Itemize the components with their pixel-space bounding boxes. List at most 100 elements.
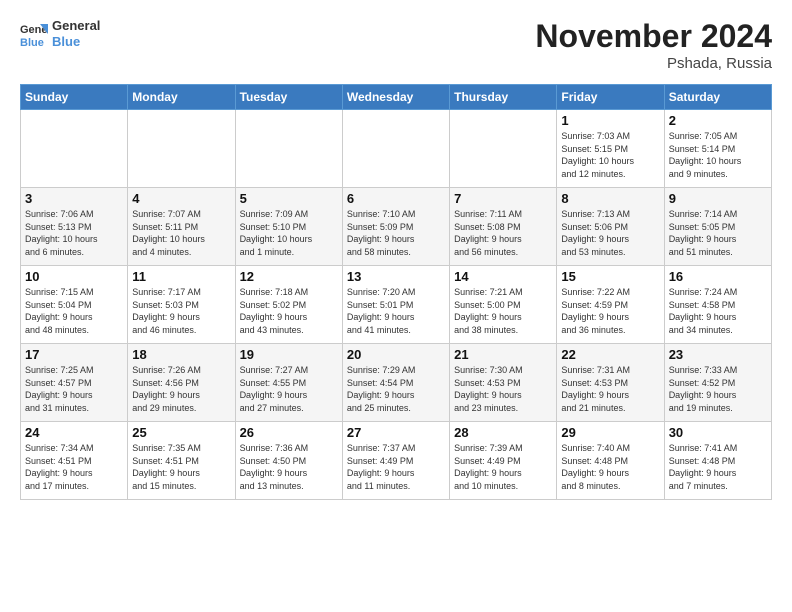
calendar-cell: 25 Sunrise: 7:35 AM Sunset: 4:51 PM Dayli… (128, 422, 235, 500)
day-number: 24 (25, 425, 123, 440)
day-number: 9 (669, 191, 767, 206)
day-number: 6 (347, 191, 445, 206)
day-info: Sunrise: 7:39 AM Sunset: 4:49 PM Dayligh… (454, 442, 552, 492)
calendar-cell: 27Sunrise: 7:37 AM Sunset: 4:49 PM Dayli… (342, 422, 449, 500)
day-info: Sunrise: 7:11 AM Sunset: 5:08 PM Dayligh… (454, 208, 552, 258)
calendar-cell: 8 Sunrise: 7:13 AM Sunset: 5:06 PM Daylig… (557, 188, 664, 266)
day-info: Sunrise: 7:34 AM Sunset: 4:51 PM Dayligh… (25, 442, 123, 492)
day-number: 21 (454, 347, 552, 362)
day-info: Sunrise: 7:27 AM Sunset: 4:55 PM Dayligh… (240, 364, 338, 414)
day-number: 17 (25, 347, 123, 362)
calendar-cell: 14Sunrise: 7:21 AM Sunset: 5:00 PM Dayli… (450, 266, 557, 344)
calendar-cell (342, 110, 449, 188)
calendar-cell: 6 Sunrise: 7:10 AM Sunset: 5:09 PM Daylig… (342, 188, 449, 266)
day-info: Sunrise: 7:36 AM Sunset: 4:50 PM Dayligh… (240, 442, 338, 492)
day-number: 30 (669, 425, 767, 440)
day-info: Sunrise: 7:41 AM Sunset: 4:48 PM Dayligh… (669, 442, 767, 492)
svg-text:Blue: Blue (20, 37, 44, 48)
day-number: 16 (669, 269, 767, 284)
calendar-cell: 15 Sunrise: 7:22 AM Sunset: 4:59 PM Dayli… (557, 266, 664, 344)
day-info: Sunrise: 7:29 AM Sunset: 4:54 PM Dayligh… (347, 364, 445, 414)
calendar-cell (128, 110, 235, 188)
day-info: Sunrise: 7:35 AM Sunset: 4:51 PM Dayligh… (132, 442, 230, 492)
calendar-cell (450, 110, 557, 188)
day-number: 10 (25, 269, 123, 284)
calendar-cell: 26 Sunrise: 7:36 AM Sunset: 4:50 PM Dayli… (235, 422, 342, 500)
day-number: 27 (347, 425, 445, 440)
weekday-header: Friday (557, 85, 664, 110)
calendar-cell: 12 Sunrise: 7:18 AM Sunset: 5:02 PM Dayli… (235, 266, 342, 344)
day-info: Sunrise: 7:17 AM Sunset: 5:03 PM Dayligh… (132, 286, 230, 336)
calendar-cell: 20 Sunrise: 7:29 AM Sunset: 4:54 PM Dayli… (342, 344, 449, 422)
calendar-cell: 5 Sunrise: 7:09 AM Sunset: 5:10 PM Daylig… (235, 188, 342, 266)
day-number: 4 (132, 191, 230, 206)
day-number: 8 (561, 191, 659, 206)
calendar-cell: 4 Sunrise: 7:07 AM Sunset: 5:11 PM Daylig… (128, 188, 235, 266)
calendar-cell: 3Sunrise: 7:06 AM Sunset: 5:13 PM Daylig… (21, 188, 128, 266)
day-info: Sunrise: 7:26 AM Sunset: 4:56 PM Dayligh… (132, 364, 230, 414)
day-info: Sunrise: 7:30 AM Sunset: 4:53 PM Dayligh… (454, 364, 552, 414)
day-number: 7 (454, 191, 552, 206)
day-info: Sunrise: 7:06 AM Sunset: 5:13 PM Dayligh… (25, 208, 123, 258)
day-info: Sunrise: 7:22 AM Sunset: 4:59 PM Dayligh… (561, 286, 659, 336)
calendar-cell: 23Sunrise: 7:33 AM Sunset: 4:52 PM Dayli… (664, 344, 771, 422)
day-info: Sunrise: 7:07 AM Sunset: 5:11 PM Dayligh… (132, 208, 230, 258)
day-info: Sunrise: 7:09 AM Sunset: 5:10 PM Dayligh… (240, 208, 338, 258)
calendar-cell (235, 110, 342, 188)
day-info: Sunrise: 7:31 AM Sunset: 4:53 PM Dayligh… (561, 364, 659, 414)
calendar-table: SundayMondayTuesdayWednesdayThursdayFrid… (20, 84, 772, 500)
day-info: Sunrise: 7:25 AM Sunset: 4:57 PM Dayligh… (25, 364, 123, 414)
day-info: Sunrise: 7:15 AM Sunset: 5:04 PM Dayligh… (25, 286, 123, 336)
calendar-cell: 18 Sunrise: 7:26 AM Sunset: 4:56 PM Dayli… (128, 344, 235, 422)
calendar-cell: 17 Sunrise: 7:25 AM Sunset: 4:57 PM Dayli… (21, 344, 128, 422)
calendar-cell: 1 Sunrise: 7:03 AM Sunset: 5:15 PM Daylig… (557, 110, 664, 188)
logo-line2: Blue (52, 34, 100, 50)
calendar-cell: 16 Sunrise: 7:24 AM Sunset: 4:58 PM Dayli… (664, 266, 771, 344)
day-number: 29 (561, 425, 659, 440)
calendar-cell: 7 Sunrise: 7:11 AM Sunset: 5:08 PM Daylig… (450, 188, 557, 266)
calendar-cell: 28 Sunrise: 7:39 AM Sunset: 4:49 PM Dayli… (450, 422, 557, 500)
day-info: Sunrise: 7:10 AM Sunset: 5:09 PM Dayligh… (347, 208, 445, 258)
calendar-cell: 29 Sunrise: 7:40 AM Sunset: 4:48 PM Dayli… (557, 422, 664, 500)
calendar-cell (21, 110, 128, 188)
calendar-cell: 30 Sunrise: 7:41 AM Sunset: 4:48 PM Dayli… (664, 422, 771, 500)
calendar-cell: 11Sunrise: 7:17 AM Sunset: 5:03 PM Dayli… (128, 266, 235, 344)
weekday-header: Sunday (21, 85, 128, 110)
calendar-cell: 2 Sunrise: 7:05 AM Sunset: 5:14 PM Daylig… (664, 110, 771, 188)
title-block: November 2024 Pshada, Russia (535, 18, 772, 72)
weekday-header: Tuesday (235, 85, 342, 110)
day-number: 5 (240, 191, 338, 206)
day-number: 20 (347, 347, 445, 362)
day-number: 26 (240, 425, 338, 440)
day-number: 12 (240, 269, 338, 284)
calendar-cell: 22 Sunrise: 7:31 AM Sunset: 4:53 PM Dayli… (557, 344, 664, 422)
day-number: 25 (132, 425, 230, 440)
day-info: Sunrise: 7:05 AM Sunset: 5:14 PM Dayligh… (669, 130, 767, 180)
day-number: 2 (669, 113, 767, 128)
logo: General Blue General Blue (20, 18, 100, 49)
day-number: 23 (669, 347, 767, 362)
weekday-header: Monday (128, 85, 235, 110)
weekday-header: Saturday (664, 85, 771, 110)
location: Pshada, Russia (535, 55, 772, 72)
day-info: Sunrise: 7:13 AM Sunset: 5:06 PM Dayligh… (561, 208, 659, 258)
day-number: 28 (454, 425, 552, 440)
day-info: Sunrise: 7:03 AM Sunset: 5:15 PM Dayligh… (561, 130, 659, 180)
day-info: Sunrise: 7:40 AM Sunset: 4:48 PM Dayligh… (561, 442, 659, 492)
day-number: 1 (561, 113, 659, 128)
calendar-cell: 21 Sunrise: 7:30 AM Sunset: 4:53 PM Dayli… (450, 344, 557, 422)
day-info: Sunrise: 7:18 AM Sunset: 5:02 PM Dayligh… (240, 286, 338, 336)
day-info: Sunrise: 7:20 AM Sunset: 5:01 PM Dayligh… (347, 286, 445, 336)
day-number: 15 (561, 269, 659, 284)
day-number: 22 (561, 347, 659, 362)
month-title: November 2024 (535, 18, 772, 55)
logo-icon: General Blue (20, 20, 48, 48)
day-info: Sunrise: 7:14 AM Sunset: 5:05 PM Dayligh… (669, 208, 767, 258)
day-info: Sunrise: 7:24 AM Sunset: 4:58 PM Dayligh… (669, 286, 767, 336)
calendar-cell: 24 Sunrise: 7:34 AM Sunset: 4:51 PM Dayli… (21, 422, 128, 500)
day-number: 18 (132, 347, 230, 362)
calendar-cell: 9 Sunrise: 7:14 AM Sunset: 5:05 PM Daylig… (664, 188, 771, 266)
page: General Blue General Blue November 2024 … (0, 0, 792, 510)
weekday-header: Wednesday (342, 85, 449, 110)
calendar-cell: 10 Sunrise: 7:15 AM Sunset: 5:04 PM Dayli… (21, 266, 128, 344)
